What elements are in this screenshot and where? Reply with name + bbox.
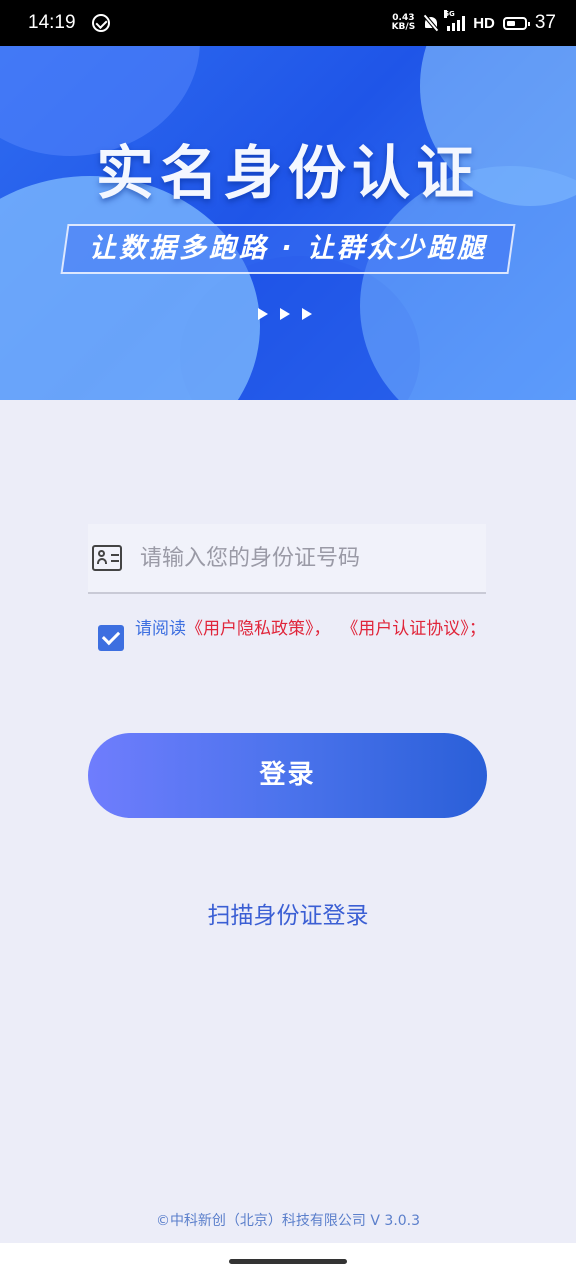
status-icons: 0.43 KB/S 5G HD 37 — [392, 10, 556, 34]
scan-id-login-link[interactable]: 扫描身份证登录 — [0, 896, 576, 930]
network-speed: 0.43 KB/S — [392, 14, 416, 32]
hero-banner: 实名身份认证 让数据多跑路 · 让群众少跑腿 — [0, 46, 576, 400]
login-button[interactable]: 登录 — [88, 733, 487, 818]
user-agreement-link[interactable]: 《用户认证协议》 — [341, 619, 469, 639]
signal-icon: 5G — [444, 10, 466, 31]
notification-muted-icon — [423, 15, 439, 31]
battery-level: 37 — [534, 12, 556, 33]
agreement-separator: ， — [313, 619, 331, 639]
battery-icon — [502, 16, 530, 30]
agreement-suffix: ； — [468, 619, 486, 639]
copyright-text: ©中科新创（北京）科技有限公司 V 3.0.3 — [155, 1213, 421, 1229]
id-number-input[interactable] — [140, 524, 480, 592]
agreement-prefix: 请阅读 — [135, 619, 186, 639]
status-time: 14:19 — [28, 12, 76, 33]
banner-title: 实名身份认证 — [95, 139, 480, 207]
navigation-bar — [0, 1243, 576, 1280]
play-arrows-icon — [258, 308, 312, 320]
sync-check-icon — [91, 14, 110, 32]
agreement-checkbox[interactable] — [98, 625, 124, 651]
home-gesture-handle[interactable] — [229, 1259, 347, 1264]
network-type: 5G — [444, 10, 455, 18]
banner-slogan: 让数据多跑路 · 让群众少跑腿 — [88, 233, 488, 264]
id-number-field[interactable] — [88, 524, 486, 594]
network-speed-unit: KB/S — [391, 22, 416, 32]
privacy-policy-link[interactable]: 《用户隐私政策》 — [186, 619, 314, 639]
status-bar: 14:19 0.43 KB/S 5G HD 37 — [0, 0, 576, 46]
agreement-text: 请阅读《用户隐私政策》， 《用户认证协议》； — [135, 616, 505, 643]
id-card-icon — [92, 545, 122, 571]
hd-indicator: HD — [473, 14, 495, 32]
